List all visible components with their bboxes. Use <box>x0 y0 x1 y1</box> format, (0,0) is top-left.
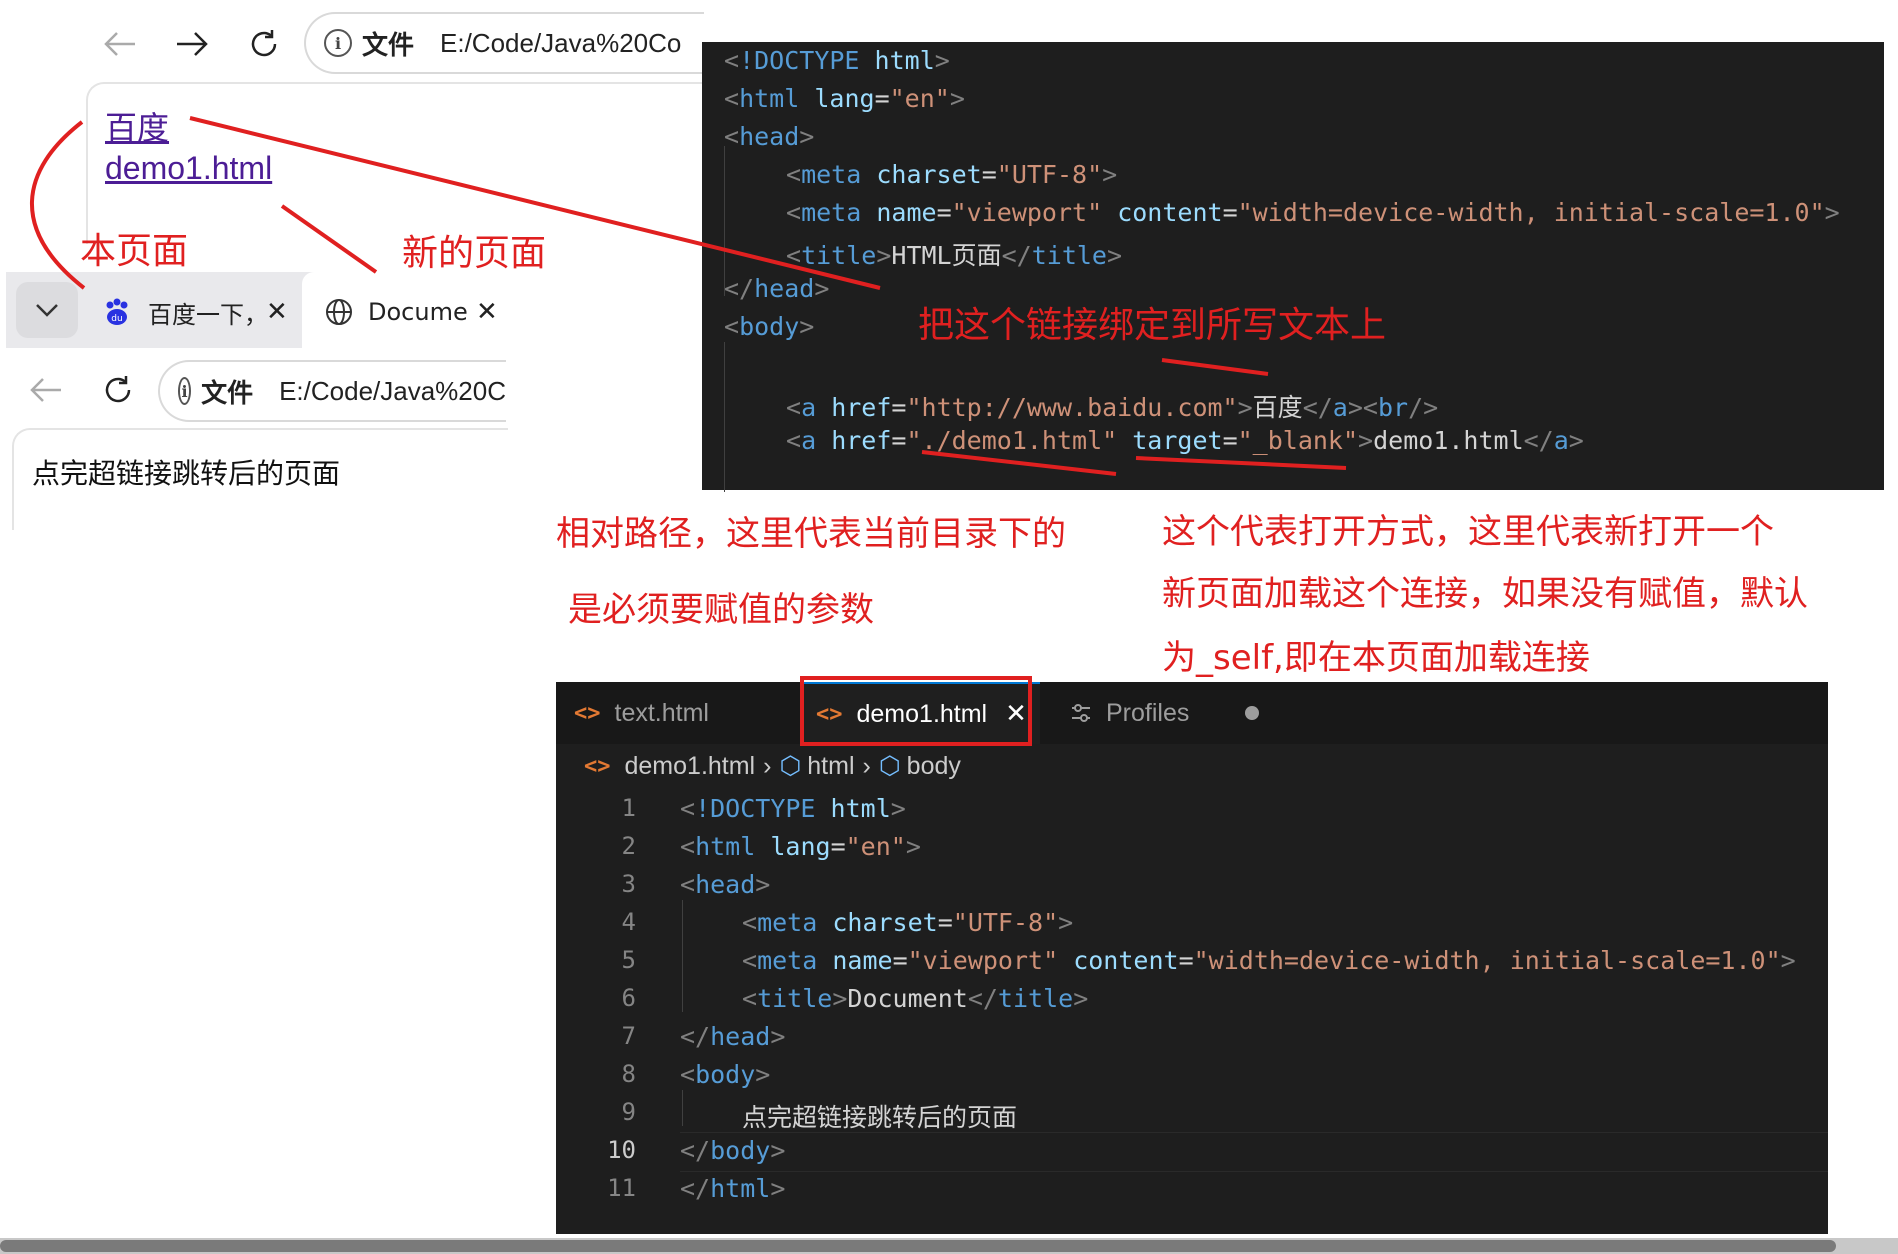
line-to-code <box>189 116 881 290</box>
arrow-to-this-page <box>30 120 86 290</box>
annotation-strokes <box>30 116 1347 476</box>
line-to-new-page <box>280 204 378 274</box>
underline-target <box>1135 456 1347 470</box>
underline-href <box>921 450 1117 476</box>
underline-text-link <box>1161 358 1269 376</box>
